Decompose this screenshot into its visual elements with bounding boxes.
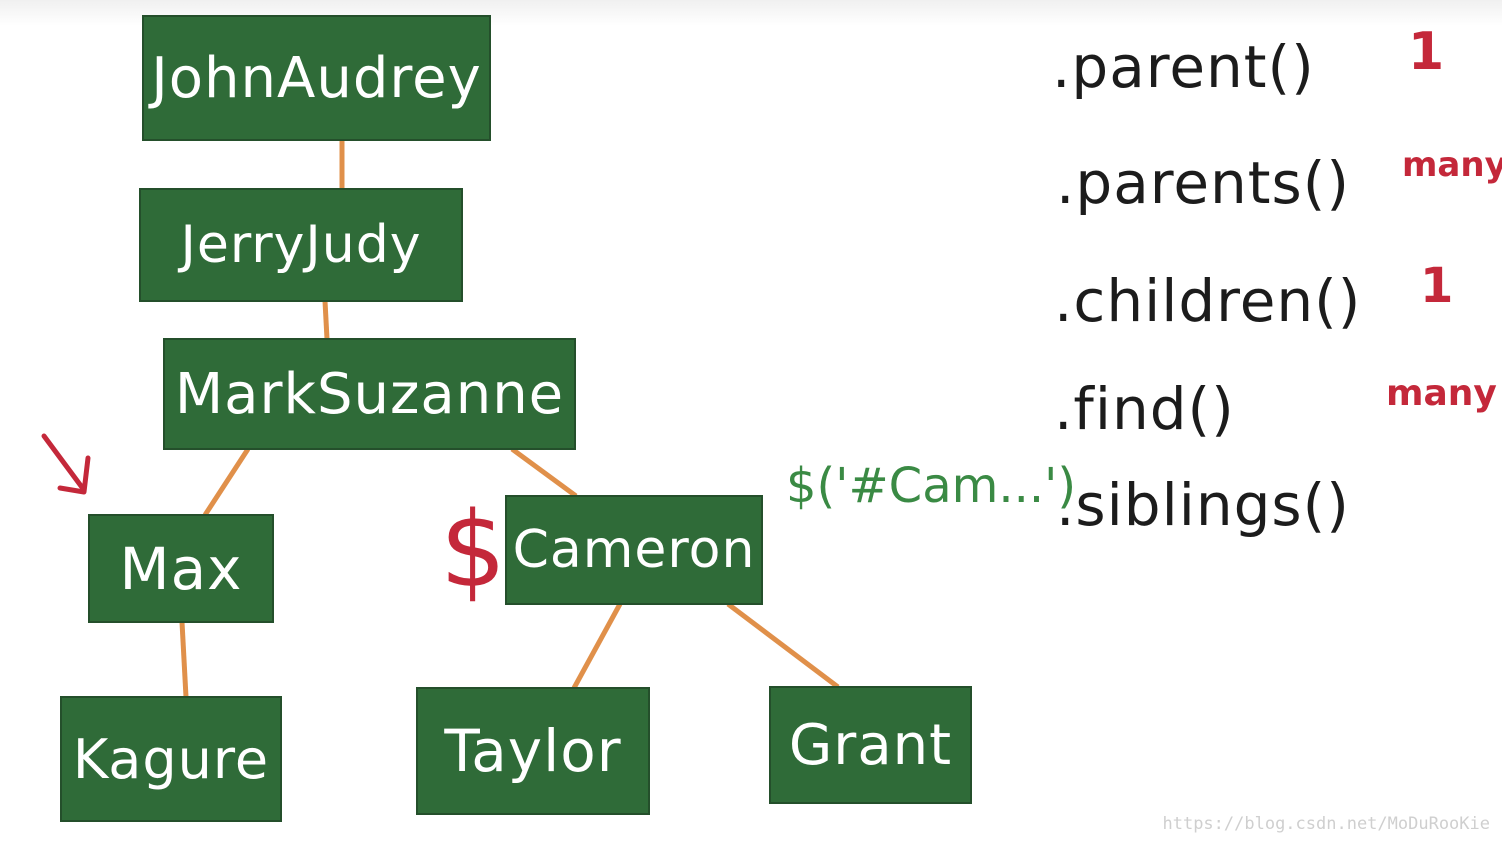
count-parent: 1 — [1408, 22, 1445, 82]
node-cameron: Cameron — [505, 495, 763, 605]
count-children: 1 — [1420, 258, 1454, 314]
node-label: Cameron — [512, 520, 756, 580]
node-kagure: Kagure — [60, 696, 282, 822]
node-label: Max — [119, 534, 243, 603]
node-grant: Grant — [769, 686, 972, 804]
node-label: MarkSuzanne — [174, 361, 565, 427]
node-mark-suzanne: MarkSuzanne — [163, 338, 576, 450]
method-siblings: .siblings() — [1056, 471, 1350, 539]
method-parents: .parents() — [1056, 149, 1351, 217]
dollar-sign-annotation: $ — [440, 489, 507, 611]
method-parent: .parent() — [1052, 33, 1315, 101]
node-label: Taylor — [444, 717, 622, 785]
node-jerry-judy: JerryJudy — [139, 188, 463, 302]
node-label: JerryJudy — [180, 215, 422, 275]
watermark-url: https://blog.csdn.net/MoDuRooKie — [1162, 814, 1490, 834]
selector-annotation: $('#Cam...') — [786, 458, 1077, 514]
node-label: JohnAudrey — [151, 45, 482, 111]
node-label: Kagure — [72, 727, 270, 791]
node-john-audrey: JohnAudrey — [142, 15, 491, 141]
node-max: Max — [88, 514, 274, 623]
family-tree-diagram: JohnAudrey JerryJudy MarkSuzanne Max Cam… — [0, 0, 1502, 842]
count-parents: many — [1402, 145, 1502, 185]
node-taylor: Taylor — [416, 687, 650, 815]
method-children: .children() — [1054, 267, 1362, 335]
count-find: many — [1386, 373, 1497, 414]
node-label: Grant — [788, 712, 953, 778]
method-find: .find() — [1054, 375, 1235, 443]
